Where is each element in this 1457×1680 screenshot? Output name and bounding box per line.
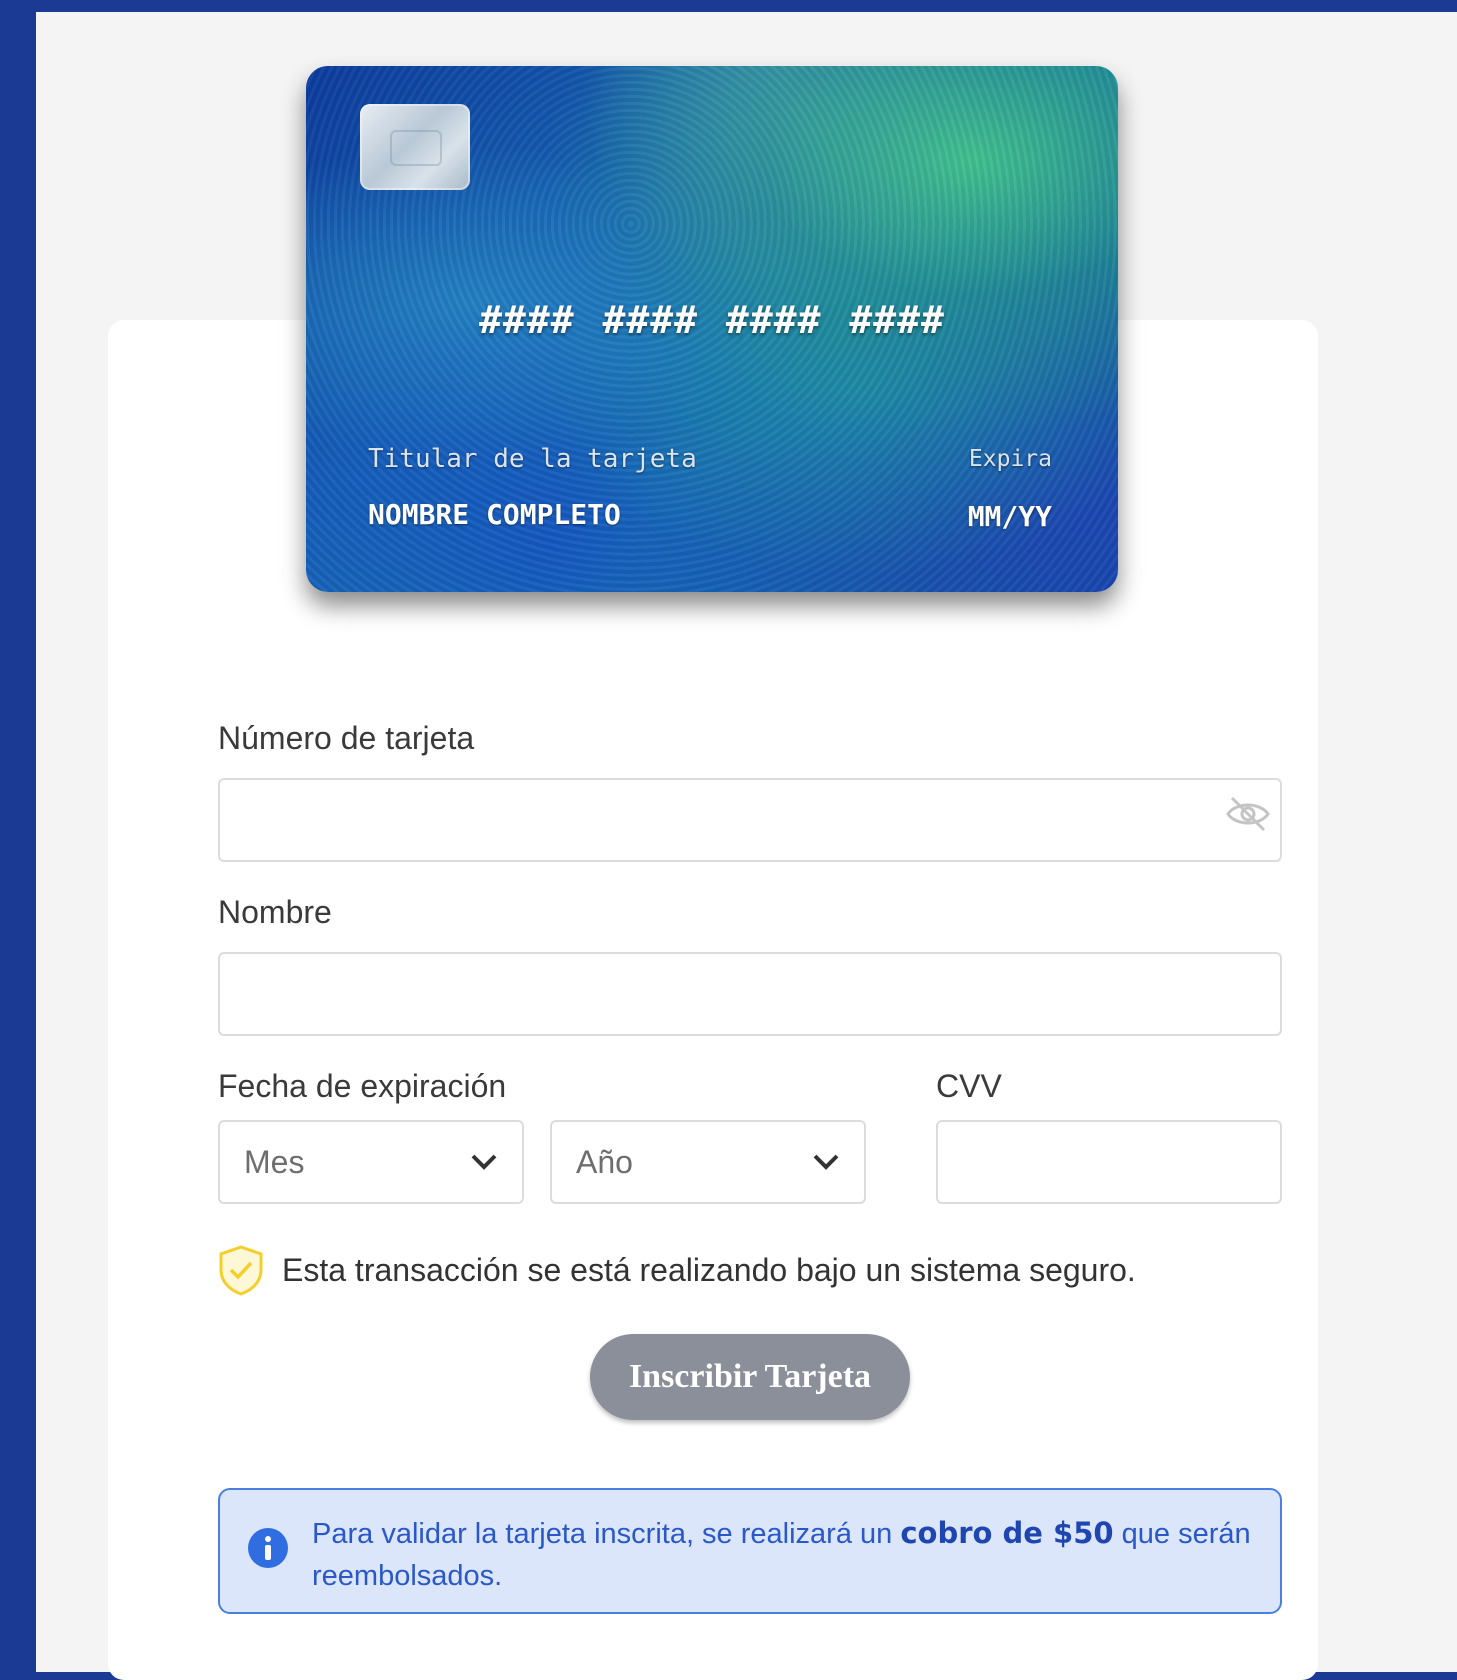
eye-off-icon[interactable] [1224, 792, 1272, 836]
month-select[interactable]: Mes [218, 1120, 524, 1204]
expiration-label: Fecha de expiración [218, 1068, 507, 1104]
info-text-before: Para validar la tarjeta inscrita, se rea… [312, 1518, 901, 1550]
month-select-value: Mes [244, 1143, 305, 1180]
shield-check-icon [219, 1245, 263, 1296]
chevron-down-icon [813, 1154, 839, 1170]
card-holder-value: NOMBRE COMPLETO [368, 498, 621, 531]
name-input[interactable] [218, 952, 1282, 1036]
secure-notice: Esta transacción se está realizando bajo… [216, 1244, 1136, 1296]
year-select[interactable]: Año [550, 1120, 866, 1204]
info-alert: Para validar la tarjeta inscrita, se rea… [218, 1488, 1282, 1614]
card-number-wrapper [218, 778, 1282, 862]
cvv-label: CVV [936, 1068, 1002, 1104]
card-expires-label: Expira [968, 446, 1052, 472]
card-number-mask: #### #### #### #### [479, 298, 945, 342]
info-icon [248, 1528, 288, 1568]
chevron-down-icon [471, 1154, 497, 1170]
cvv-input[interactable] [936, 1120, 1282, 1204]
card-holder-label: Titular de la tarjeta [368, 444, 697, 474]
year-select-value: Año [576, 1143, 633, 1180]
secure-notice-text: Esta transacción se está realizando bajo… [282, 1251, 1136, 1288]
card-chip [360, 104, 470, 190]
info-text: Para validar la tarjeta inscrita, se rea… [312, 1512, 1256, 1597]
name-label: Nombre [218, 894, 332, 930]
credit-card-preview: #### #### #### #### Titular de la tarjet… [306, 66, 1118, 592]
info-text-amount: cobro de $50 [900, 1516, 1114, 1550]
register-card-button[interactable]: Inscribir Tarjeta [590, 1334, 910, 1420]
card-number-label: Número de tarjeta [218, 720, 475, 756]
card-number-input[interactable] [218, 778, 1282, 862]
card-expires-value: MM/YY [967, 500, 1052, 533]
